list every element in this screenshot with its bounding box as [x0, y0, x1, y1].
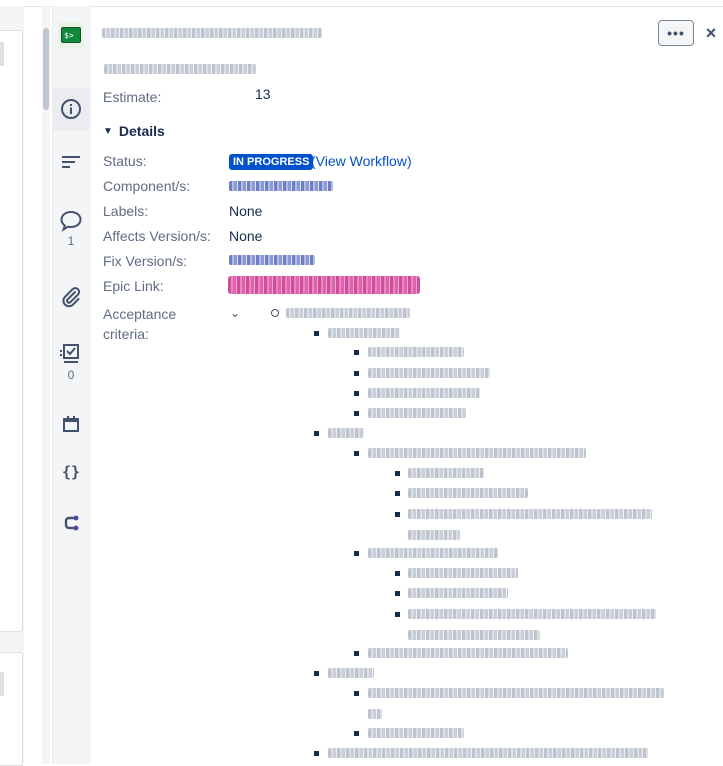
top-border	[0, 0, 723, 7]
labels-value[interactable]: None	[229, 202, 262, 220]
list-item	[328, 748, 648, 758]
board-card-chip	[0, 672, 4, 696]
rail-attachments[interactable]	[52, 286, 90, 308]
scrollbar-track[interactable]	[42, 6, 50, 764]
list-item	[368, 388, 480, 398]
rail-details[interactable]	[52, 88, 90, 130]
scrollbar-thumb[interactable]	[43, 28, 49, 110]
rail-comments[interactable]: 1	[52, 210, 90, 248]
close-button[interactable]: ×	[702, 22, 720, 44]
estimate-label: Estimate:	[103, 89, 162, 105]
list-item	[408, 509, 652, 519]
list-item	[408, 588, 508, 598]
list-bullet	[314, 671, 319, 676]
affects-version-value[interactable]: None	[229, 227, 262, 245]
details-toggle[interactable]: ▼ Details	[103, 123, 165, 139]
list-bullet	[395, 571, 400, 576]
labels-label: Labels:	[103, 203, 149, 219]
link-tree-icon	[64, 515, 79, 531]
list-item	[328, 668, 374, 678]
terminal-icon: $>	[61, 27, 81, 43]
component-value-redacted[interactable]	[229, 181, 333, 191]
list-item	[368, 728, 464, 738]
info-icon	[61, 99, 81, 119]
board-card[interactable]	[0, 30, 23, 632]
list-bullet	[354, 551, 359, 556]
affects-version-label: Affects Version/s:	[103, 228, 211, 244]
list-item	[408, 609, 656, 619]
comments-count: 1	[67, 234, 75, 248]
list-item	[368, 648, 568, 658]
view-workflow-link[interactable]: (View Workflow)	[311, 152, 412, 170]
list-bullet	[395, 471, 400, 476]
list-bullet	[354, 691, 359, 696]
comment-icon	[60, 210, 82, 232]
list-bullet	[354, 731, 359, 736]
rail-json[interactable]: {}	[52, 463, 90, 481]
list-bullet	[314, 431, 319, 436]
list-item	[328, 328, 400, 338]
paperclip-icon	[62, 287, 81, 308]
chevron-down-icon: ▼	[103, 125, 113, 137]
list-bullet	[395, 491, 400, 496]
braces-icon: {}	[61, 463, 81, 481]
issue-summary-redacted	[104, 64, 256, 74]
list-bullet	[395, 591, 400, 596]
list-item	[368, 548, 498, 558]
list-item	[408, 488, 528, 498]
list-bullet	[354, 411, 359, 416]
list-bullet	[395, 612, 400, 617]
list-item-continued	[368, 709, 382, 719]
more-actions-button[interactable]: •••	[658, 20, 694, 46]
list-item	[368, 448, 586, 458]
list-item	[408, 568, 518, 578]
list-bullet	[395, 512, 400, 517]
list-bullet	[354, 350, 359, 355]
list-item-continued	[408, 530, 460, 540]
status-badge[interactable]: IN PROGRESS	[229, 154, 314, 170]
acceptance-label-line1: Acceptance	[103, 306, 177, 322]
fix-version-value-redacted[interactable]	[229, 255, 315, 265]
list-item	[368, 347, 464, 357]
list-bullet	[354, 371, 359, 376]
list-item	[286, 308, 410, 318]
board-card[interactable]	[0, 652, 23, 766]
list-item	[368, 408, 466, 418]
rail-checklist[interactable]: 0	[52, 342, 90, 382]
list-bullet	[354, 391, 359, 396]
details-heading: Details	[118, 123, 165, 139]
more-icon: •••	[667, 25, 685, 41]
list-bullet	[314, 331, 319, 336]
list-item	[368, 688, 664, 698]
rail-description[interactable]	[52, 152, 90, 172]
rail-dates[interactable]	[52, 414, 90, 434]
board-card-chip	[0, 42, 4, 66]
list-bullet	[354, 651, 359, 656]
rail-links[interactable]	[52, 513, 90, 533]
issue-key-redacted[interactable]	[102, 28, 322, 38]
list-bullet	[354, 451, 359, 456]
component-label: Component/s:	[103, 178, 191, 194]
list-item	[328, 428, 364, 438]
list-bullet	[314, 751, 319, 756]
app-logo: $>	[58, 22, 84, 48]
close-icon: ×	[705, 22, 717, 43]
list-item	[368, 368, 490, 378]
acceptance-collapse-icon[interactable]: ⌄	[230, 306, 240, 320]
acceptance-label-line2: criteria:	[103, 326, 149, 342]
calendar-icon	[63, 416, 79, 432]
checklist-icon	[60, 344, 79, 363]
list-bullet	[271, 309, 279, 317]
status-label: Status:	[103, 153, 147, 169]
epic-link-badge-redacted[interactable]	[228, 276, 420, 294]
list-item-continued	[408, 630, 540, 640]
estimate-value[interactable]: 13	[255, 85, 271, 103]
list-item	[408, 468, 484, 478]
text-lines-icon	[62, 156, 80, 168]
checklist-count: 0	[67, 368, 75, 382]
fix-version-label: Fix Version/s:	[103, 253, 188, 269]
epic-link-label: Epic Link:	[103, 278, 164, 294]
